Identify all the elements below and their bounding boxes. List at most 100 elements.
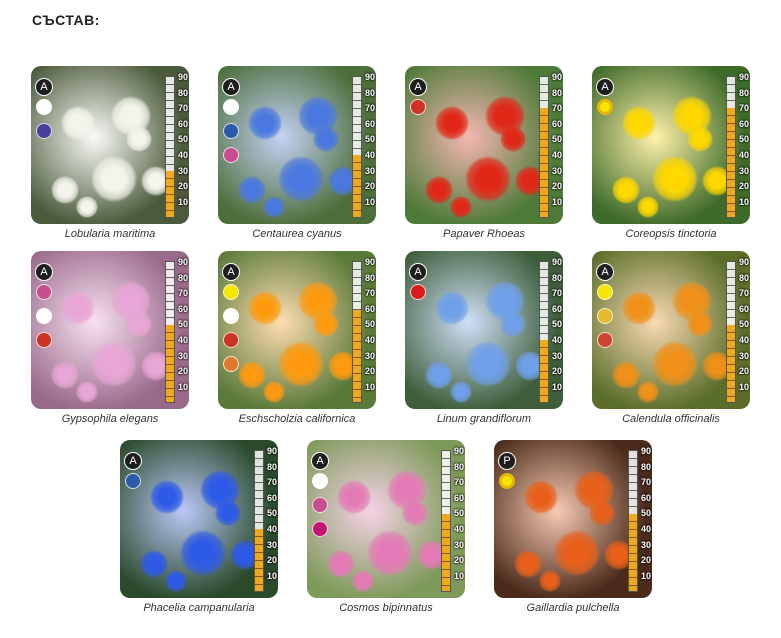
flower-blob <box>514 550 542 578</box>
flower-blob <box>637 381 659 403</box>
height-scale <box>254 450 264 592</box>
color-swatch <box>410 99 426 115</box>
plant-photo: A 90 80 70 60 50 40 30 20 10 <box>31 66 189 224</box>
scale-label: 80 <box>738 272 749 283</box>
plant-card: A 90 80 70 60 50 40 30 20 10 Eschscholzia californ… <box>218 251 376 425</box>
height-scale <box>539 76 549 218</box>
plant-name: Centaurea cyanus <box>252 228 342 240</box>
height-scale-fill <box>255 529 263 591</box>
scale-label: 50 <box>266 508 277 519</box>
plant-card: A 90 80 70 60 50 40 30 20 10 Coreopsis tinctoria <box>592 66 750 240</box>
scale-label: 70 <box>738 103 749 114</box>
flower-blob <box>637 196 659 218</box>
flower-blob <box>687 311 713 337</box>
color-swatch <box>312 521 328 537</box>
scale-label: 10 <box>364 381 375 392</box>
scale-label: 30 <box>364 350 375 361</box>
plant-name: Cosmos bipinnatus <box>339 602 433 614</box>
height-scale-labels: 90 80 70 60 50 40 30 20 10 <box>267 446 277 586</box>
scale-label: 30 <box>453 539 464 550</box>
height-scale-fill <box>727 325 735 402</box>
flower-blob <box>238 176 266 204</box>
scale-label: 50 <box>177 319 188 330</box>
color-swatch <box>499 473 515 489</box>
plant-photo: A 90 80 70 60 50 40 30 20 10 <box>307 440 465 598</box>
scale-label: 90 <box>364 72 375 82</box>
scale-label: 50 <box>364 319 375 330</box>
flower-blob <box>238 361 266 389</box>
color-swatch <box>597 308 613 324</box>
scale-label: 50 <box>364 134 375 145</box>
color-swatches <box>499 473 515 497</box>
scale-label: 60 <box>551 118 562 129</box>
scale-label: 40 <box>738 149 749 160</box>
color-swatch <box>36 284 52 300</box>
height-scale-labels: 90 80 70 60 50 40 30 20 10 <box>552 72 562 212</box>
scale-label: 20 <box>738 181 749 192</box>
flower-blob <box>589 500 615 526</box>
scale-label: 60 <box>738 303 749 314</box>
scale-label: 30 <box>738 350 749 361</box>
scale-label: 10 <box>738 381 749 392</box>
flower-blob <box>140 550 168 578</box>
flower-blob <box>313 126 339 152</box>
scale-label: 80 <box>177 87 188 98</box>
scale-label: 60 <box>364 303 375 314</box>
flower-blob <box>612 361 640 389</box>
plant-name: Phacelia campanularia <box>143 602 255 614</box>
scale-label: 10 <box>640 570 651 581</box>
flower-blob <box>450 196 472 218</box>
flower-blob <box>126 311 152 337</box>
flower-blob <box>278 341 324 387</box>
color-swatch <box>36 332 52 348</box>
lifecycle-badge: A <box>35 263 53 281</box>
scale-label: 90 <box>640 446 651 456</box>
scale-label: 20 <box>364 366 375 377</box>
scale-label: 60 <box>364 118 375 129</box>
color-swatch <box>223 356 239 372</box>
scale-label: 30 <box>266 539 277 550</box>
plant-photo: A 90 80 70 60 50 40 30 20 10 <box>592 66 750 224</box>
scale-label: 80 <box>364 87 375 98</box>
height-scale-fill <box>166 325 174 402</box>
height-scale-labels: 90 80 70 60 50 40 30 20 10 <box>552 257 562 397</box>
flower-blob <box>313 311 339 337</box>
plant-photo: A 90 80 70 60 50 40 30 20 10 <box>405 66 563 224</box>
scale-label: 40 <box>266 523 277 534</box>
scale-label: 40 <box>364 149 375 160</box>
scale-label: 30 <box>177 350 188 361</box>
scale-label: 20 <box>266 555 277 566</box>
plant-photo: A 90 80 70 60 50 40 30 20 10 <box>218 66 376 224</box>
color-swatch <box>312 497 328 513</box>
flower-blob <box>524 480 558 514</box>
plant-name: Coreopsis tinctoria <box>625 228 717 240</box>
color-swatch <box>125 473 141 489</box>
flower-blob <box>539 570 561 592</box>
scale-label: 50 <box>453 508 464 519</box>
height-scale-labels: 90 80 70 60 50 40 30 20 10 <box>178 72 188 212</box>
height-scale-fill <box>353 155 361 217</box>
flower-blob <box>248 291 282 325</box>
scale-label: 30 <box>551 350 562 361</box>
flower-blob <box>61 291 95 325</box>
scale-label: 90 <box>551 257 562 267</box>
flower-blob <box>76 381 98 403</box>
plant-card: A 90 80 70 60 50 40 30 20 10 Lobularia maritima <box>31 66 189 240</box>
scale-label: 40 <box>177 334 188 345</box>
scale-label: 20 <box>364 181 375 192</box>
flower-blob <box>91 341 137 387</box>
flower-blob <box>652 341 698 387</box>
plant-card: A 90 80 70 60 50 40 30 20 10 Calendula officinalis <box>592 251 750 425</box>
height-scale <box>441 450 451 592</box>
scale-label: 10 <box>177 381 188 392</box>
flower-blob <box>435 291 469 325</box>
color-swatches <box>36 284 52 356</box>
scale-label: 20 <box>738 366 749 377</box>
scale-label: 60 <box>177 118 188 129</box>
color-swatch <box>223 332 239 348</box>
height-scale <box>165 261 175 403</box>
flower-blob <box>500 311 526 337</box>
scale-label: 20 <box>177 366 188 377</box>
flower-blob <box>367 530 413 576</box>
color-swatch <box>597 284 613 300</box>
